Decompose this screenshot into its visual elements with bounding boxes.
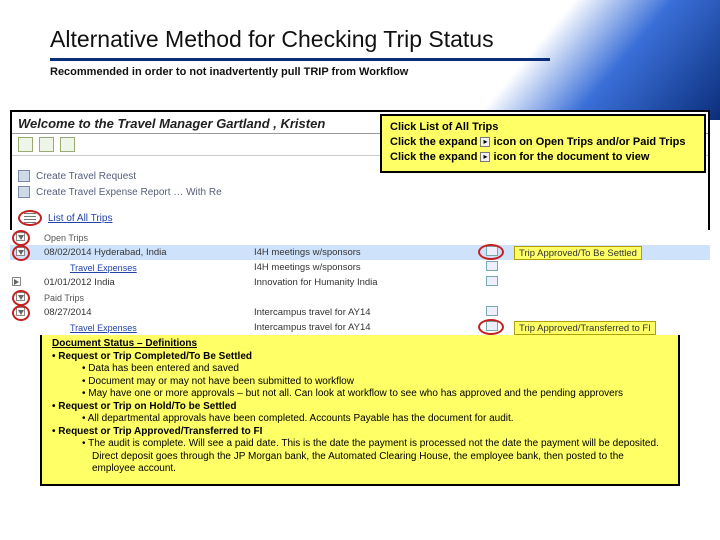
table-row[interactable]: Travel Expenses I4H meetings w/sponsors [10, 260, 710, 275]
cell-reason: Intercampus travel for AY14 [254, 307, 470, 318]
cell-reason: I4H meetings w/sponsors [254, 262, 470, 273]
nav-label: List of All Trips [48, 213, 112, 224]
highlight-circle-icon [478, 244, 504, 260]
list-icon [24, 213, 36, 223]
trips-table: Open Trips 08/02/2014 Hyderabad, India I… [10, 230, 710, 335]
table-row[interactable]: Travel Expenses Intercampus travel for A… [10, 320, 710, 335]
definitions-header: Document Status – Definitions [52, 338, 668, 351]
group-label: Open Trips [44, 233, 88, 243]
highlight-circle-icon [18, 210, 42, 226]
cell-date: 08/02/2014 Hyderabad, India [44, 247, 194, 258]
definition-heading: Request or Trip Completed/To Be Settled [52, 351, 668, 364]
slide-title: Alternative Method for Checking Trip Sta… [50, 26, 494, 53]
highlight-circle-icon [12, 245, 30, 261]
expand-icon: ▸ [480, 152, 490, 162]
document-icon [18, 186, 30, 198]
callout-line: Click List of All Trips [390, 120, 696, 135]
title-underline [50, 58, 550, 61]
instruction-callout: Click List of All Trips Click the expand… [380, 114, 706, 173]
callout-line: Click the expand ▸ icon on Open Trips an… [390, 135, 696, 150]
cell-date: 08/27/2014 [44, 307, 194, 318]
toolbar-icon[interactable] [60, 137, 75, 152]
slide-subtitle: Recommended in order to not inadvertentl… [50, 66, 408, 78]
cell-reason: Innovation for Humanity India [254, 277, 470, 288]
definition-item: The audit is complete. Will see a paid d… [52, 438, 668, 476]
slide: Alternative Method for Checking Trip Sta… [0, 0, 720, 540]
definition-heading: Request or Trip on Hold/To be Settled [52, 401, 668, 414]
definition-heading: Request or Trip Approved/Transferred to … [52, 426, 668, 439]
cell-reason: I4H meetings w/sponsors [254, 247, 470, 258]
callout-line: Click the expand ▸ icon for the document… [390, 150, 696, 165]
cell-reason: Intercampus travel for AY14 [254, 322, 470, 333]
highlight-circle-icon [478, 319, 504, 335]
document-icon [18, 170, 30, 182]
definition-item: Data has been entered and saved [52, 363, 668, 376]
table-row[interactable]: 01/01/2012 India Innovation for Humanity… [10, 275, 710, 290]
definitions-callout: Document Status – Definitions Request or… [40, 330, 680, 486]
status-icon [486, 306, 498, 316]
status-icon [486, 276, 498, 286]
expand-icon[interactable] [12, 277, 21, 286]
highlight-circle-icon [12, 305, 30, 321]
expand-icon: ▸ [480, 137, 490, 147]
cell-sub: Travel Expenses [44, 263, 194, 273]
group-label: Paid Trips [44, 293, 84, 303]
table-row[interactable]: 08/02/2014 Hyderabad, India I4H meetings… [10, 245, 710, 260]
nav-label: Create Travel Request [36, 171, 136, 182]
status-icon [486, 261, 498, 271]
status-badge: Trip Approved/Transferred to FI [514, 321, 656, 335]
group-open-trips[interactable]: Open Trips [10, 230, 710, 245]
toolbar-icon[interactable] [39, 137, 54, 152]
highlight-circle-icon [12, 230, 30, 246]
definition-item: All departmental approvals have been com… [52, 413, 668, 426]
group-paid-trips[interactable]: Paid Trips [10, 290, 710, 305]
definition-item: Document may or may not have been submit… [52, 376, 668, 389]
toolbar-icon[interactable] [18, 137, 33, 152]
cell-date: 01/01/2012 India [44, 277, 194, 288]
definition-item: May have one or more approvals – but not… [52, 388, 668, 401]
table-row[interactable]: 08/27/2014 Intercampus travel for AY14 [10, 305, 710, 320]
cell-sub: Travel Expenses [44, 323, 194, 333]
nav-label: Create Travel Expense Report … With Re [36, 187, 222, 198]
status-badge: Trip Approved/To Be Settled [514, 246, 642, 260]
nav-create-expense-report[interactable]: Create Travel Expense Report … With Re [12, 184, 708, 200]
nav-list-of-all-trips[interactable]: List of All Trips [12, 208, 708, 228]
highlight-circle-icon [12, 290, 30, 306]
